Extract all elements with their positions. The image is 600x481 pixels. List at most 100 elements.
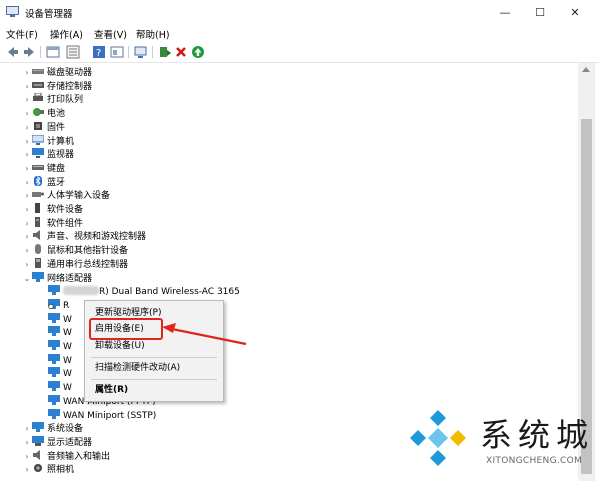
scan-hardware-menu-item[interactable]: 扫描检测硬件改动(A) bbox=[95, 361, 180, 375]
chevron-right-icon[interactable]: › bbox=[22, 148, 32, 162]
chevron-right-icon[interactable]: › bbox=[22, 107, 32, 121]
help-icon[interactable]: ? bbox=[92, 45, 106, 59]
chevron-right-icon[interactable]: › bbox=[22, 436, 32, 450]
toolbar: ? bbox=[0, 42, 600, 63]
network-adapter-icon bbox=[48, 353, 60, 364]
chevron-right-icon[interactable]: › bbox=[22, 463, 32, 477]
network-adapter-item[interactable]: W bbox=[48, 326, 72, 340]
chevron-right-icon[interactable]: › bbox=[22, 162, 32, 176]
forward-icon[interactable] bbox=[22, 45, 36, 59]
tree-item-monitor[interactable]: › 监视器 bbox=[22, 148, 74, 162]
chevron-right-icon[interactable]: › bbox=[22, 217, 32, 231]
tree-item-audio[interactable]: › 音频输入和输出 bbox=[22, 449, 110, 464]
uninstall-device-menu-item[interactable]: 卸载设备(U) bbox=[95, 339, 145, 353]
network-adapter-icon bbox=[48, 408, 60, 419]
back-icon[interactable] bbox=[6, 45, 20, 59]
software-device-icon bbox=[35, 203, 40, 213]
context-menu: 更新驱动程序(P) 启用设备(E) 卸载设备(U) 扫描检测硬件改动(A) 属性… bbox=[84, 300, 224, 402]
network-adapter-item[interactable]: WAN Miniport (SSTP) bbox=[48, 408, 156, 423]
chevron-right-icon[interactable]: › bbox=[22, 258, 32, 272]
tree-item-printer[interactable]: › 打印队列 bbox=[22, 93, 83, 107]
window-title: 设备管理器 bbox=[25, 9, 73, 20]
battery-icon bbox=[33, 108, 44, 117]
network-adapter-icon bbox=[48, 394, 60, 405]
chevron-right-icon[interactable]: › bbox=[22, 80, 32, 94]
chevron-right-icon[interactable]: › bbox=[22, 189, 32, 203]
tree-item-firmware[interactable]: › 固件 bbox=[22, 121, 65, 135]
annotation-arrow-icon bbox=[162, 323, 247, 346]
title-bar: 设备管理器 — ☐ ✕ bbox=[0, 0, 600, 26]
camera-icon bbox=[34, 464, 42, 473]
network-adapter-icon bbox=[48, 312, 60, 323]
tree-item-bluetooth[interactable]: › 蓝牙 bbox=[22, 175, 65, 190]
tree-item-storage[interactable]: › 存储控制器 bbox=[22, 80, 92, 94]
properties-view-icon[interactable] bbox=[46, 45, 60, 59]
chevron-right-icon[interactable]: › bbox=[22, 135, 32, 149]
uninstall-device-icon[interactable] bbox=[174, 45, 188, 59]
monitor-icon bbox=[32, 148, 44, 159]
minimize-button[interactable]: — bbox=[488, 0, 522, 26]
hid-icon bbox=[32, 192, 44, 198]
network-adapter-item[interactable]: W bbox=[48, 353, 72, 368]
chevron-right-icon[interactable]: › bbox=[22, 66, 32, 80]
tree-item-mouse[interactable]: › 鼠标和其他指针设备 bbox=[22, 244, 128, 258]
network-adapter-item[interactable]: R) Dual Band Wireless-AC 3165 bbox=[48, 285, 240, 299]
tree-item-software-device[interactable]: › 软件设备 bbox=[22, 203, 83, 217]
scroll-up-icon[interactable] bbox=[582, 67, 590, 72]
maximize-button[interactable]: ☐ bbox=[523, 0, 557, 26]
tree-item-sound[interactable]: › 声音、视频和游戏控制器 bbox=[22, 230, 146, 244]
software-component-icon bbox=[35, 216, 40, 227]
tree-item-display[interactable]: › 显示适配器 bbox=[22, 435, 92, 450]
tree-item-software-component[interactable]: › 软件组件 bbox=[22, 216, 83, 231]
chevron-down-icon[interactable]: ⌄ bbox=[22, 272, 32, 286]
close-button[interactable]: ✕ bbox=[558, 0, 592, 26]
watermark-text-en: XITONGCHENG.COM bbox=[486, 456, 583, 466]
bluetooth-icon bbox=[34, 175, 42, 186]
chevron-right-icon[interactable]: › bbox=[22, 121, 32, 135]
tree-item-battery[interactable]: › 电池 bbox=[22, 107, 65, 121]
chevron-right-icon[interactable]: › bbox=[22, 230, 32, 244]
network-adapter-item[interactable]: W bbox=[48, 367, 72, 381]
menu-help[interactable]: 帮助(H) bbox=[136, 27, 170, 41]
tree-item-disk[interactable]: › 磁盘驱动器 bbox=[22, 66, 92, 80]
tree-item-keyboard[interactable]: › 键盘 bbox=[22, 162, 65, 176]
list-view-icon[interactable] bbox=[66, 45, 80, 59]
menu-file[interactable]: 文件(F) bbox=[6, 27, 38, 41]
menu-action[interactable]: 操作(A) bbox=[50, 27, 83, 41]
network-adapter-item-selected[interactable]: R bbox=[48, 298, 69, 313]
chevron-right-icon[interactable]: › bbox=[22, 176, 32, 190]
tree-item-network-adapters[interactable]: ⌄ 网络适配器 bbox=[22, 271, 92, 286]
tree-item-camera[interactable]: › 照相机 bbox=[22, 463, 74, 477]
highlight-box bbox=[89, 318, 163, 340]
menu-divider bbox=[91, 379, 217, 380]
menu-divider bbox=[91, 357, 217, 358]
svg-text:?: ? bbox=[96, 48, 101, 59]
enable-device-icon[interactable] bbox=[191, 45, 205, 59]
storage-icon bbox=[32, 81, 44, 88]
network-adapter-item[interactable]: W bbox=[48, 312, 72, 327]
keyboard-icon bbox=[32, 164, 44, 170]
scan-hardware-icon[interactable] bbox=[134, 45, 148, 59]
mouse-icon bbox=[35, 244, 41, 255]
network-adapter-icon bbox=[48, 285, 60, 296]
tree-item-usb[interactable]: › 通用串行总线控制器 bbox=[22, 257, 128, 272]
chevron-right-icon[interactable]: › bbox=[22, 93, 32, 107]
properties-menu-item[interactable]: 属性(R) bbox=[95, 383, 128, 397]
network-adapter-icon bbox=[48, 367, 60, 378]
audio-icon bbox=[33, 449, 40, 460]
menu-bar: 文件(F) 操作(A) 查看(V) 帮助(H) bbox=[0, 26, 600, 42]
update-driver-icon[interactable] bbox=[158, 45, 172, 59]
menu-view[interactable]: 查看(V) bbox=[94, 27, 127, 41]
tree-item-system[interactable]: › 系统设备 bbox=[22, 422, 83, 436]
tree-item-computer[interactable]: › 计算机 bbox=[22, 134, 74, 149]
watermark-text-cn: 系统城 bbox=[480, 416, 595, 454]
details-view-icon[interactable] bbox=[110, 45, 124, 59]
network-adapter-item[interactable]: W bbox=[48, 340, 72, 354]
computer-icon bbox=[32, 134, 44, 145]
network-adapter-item[interactable]: W bbox=[48, 381, 72, 395]
chevron-right-icon[interactable]: › bbox=[22, 203, 32, 217]
tree-item-hid[interactable]: › 人体学输入设备 bbox=[22, 189, 110, 203]
chevron-right-icon[interactable]: › bbox=[22, 422, 32, 436]
chevron-right-icon[interactable]: › bbox=[22, 450, 32, 464]
chevron-right-icon[interactable]: › bbox=[22, 244, 32, 258]
